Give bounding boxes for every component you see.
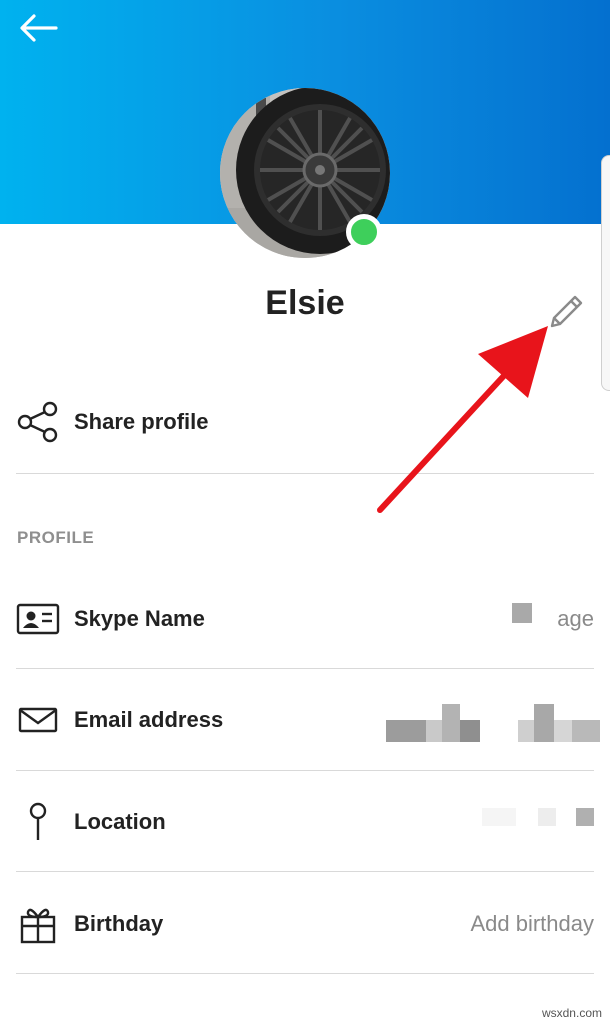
skype-name-row[interactable]: Skype Name age [16,569,594,669]
skype-name-label: Skype Name [74,606,205,631]
watermark: wsxdn.com [541,1006,602,1020]
redacted-skype-name [512,603,532,623]
location-pin-icon [16,800,60,844]
divider [16,668,594,669]
share-profile-row[interactable]: Share profile [16,372,594,472]
divider [16,973,594,974]
online-status-indicator [346,214,382,250]
back-button[interactable] [14,8,62,48]
birthday-row[interactable]: Birthday Add birthday [16,874,594,974]
divider [16,871,594,872]
edit-profile-button[interactable] [544,290,588,334]
skype-name-value: age [557,606,594,631]
share-profile-label: Share profile [74,409,209,434]
email-address-label: Email address [74,707,224,732]
birthday-label: Birthday [74,911,164,936]
section-title-profile: PROFILE [17,528,95,547]
envelope-icon [16,698,60,742]
divider [16,770,594,771]
scroll-handle[interactable] [601,155,610,391]
profile-name: Elsie [265,284,345,322]
id-card-icon [16,597,60,641]
arrow-left-icon [20,14,58,42]
divider [16,473,594,474]
pencil-icon [550,295,583,328]
share-icon [16,400,60,444]
add-birthday-value[interactable]: Add birthday [470,911,594,937]
email-address-row[interactable]: Email address [16,670,594,770]
gift-icon [16,902,60,946]
location-label: Location [74,809,166,834]
